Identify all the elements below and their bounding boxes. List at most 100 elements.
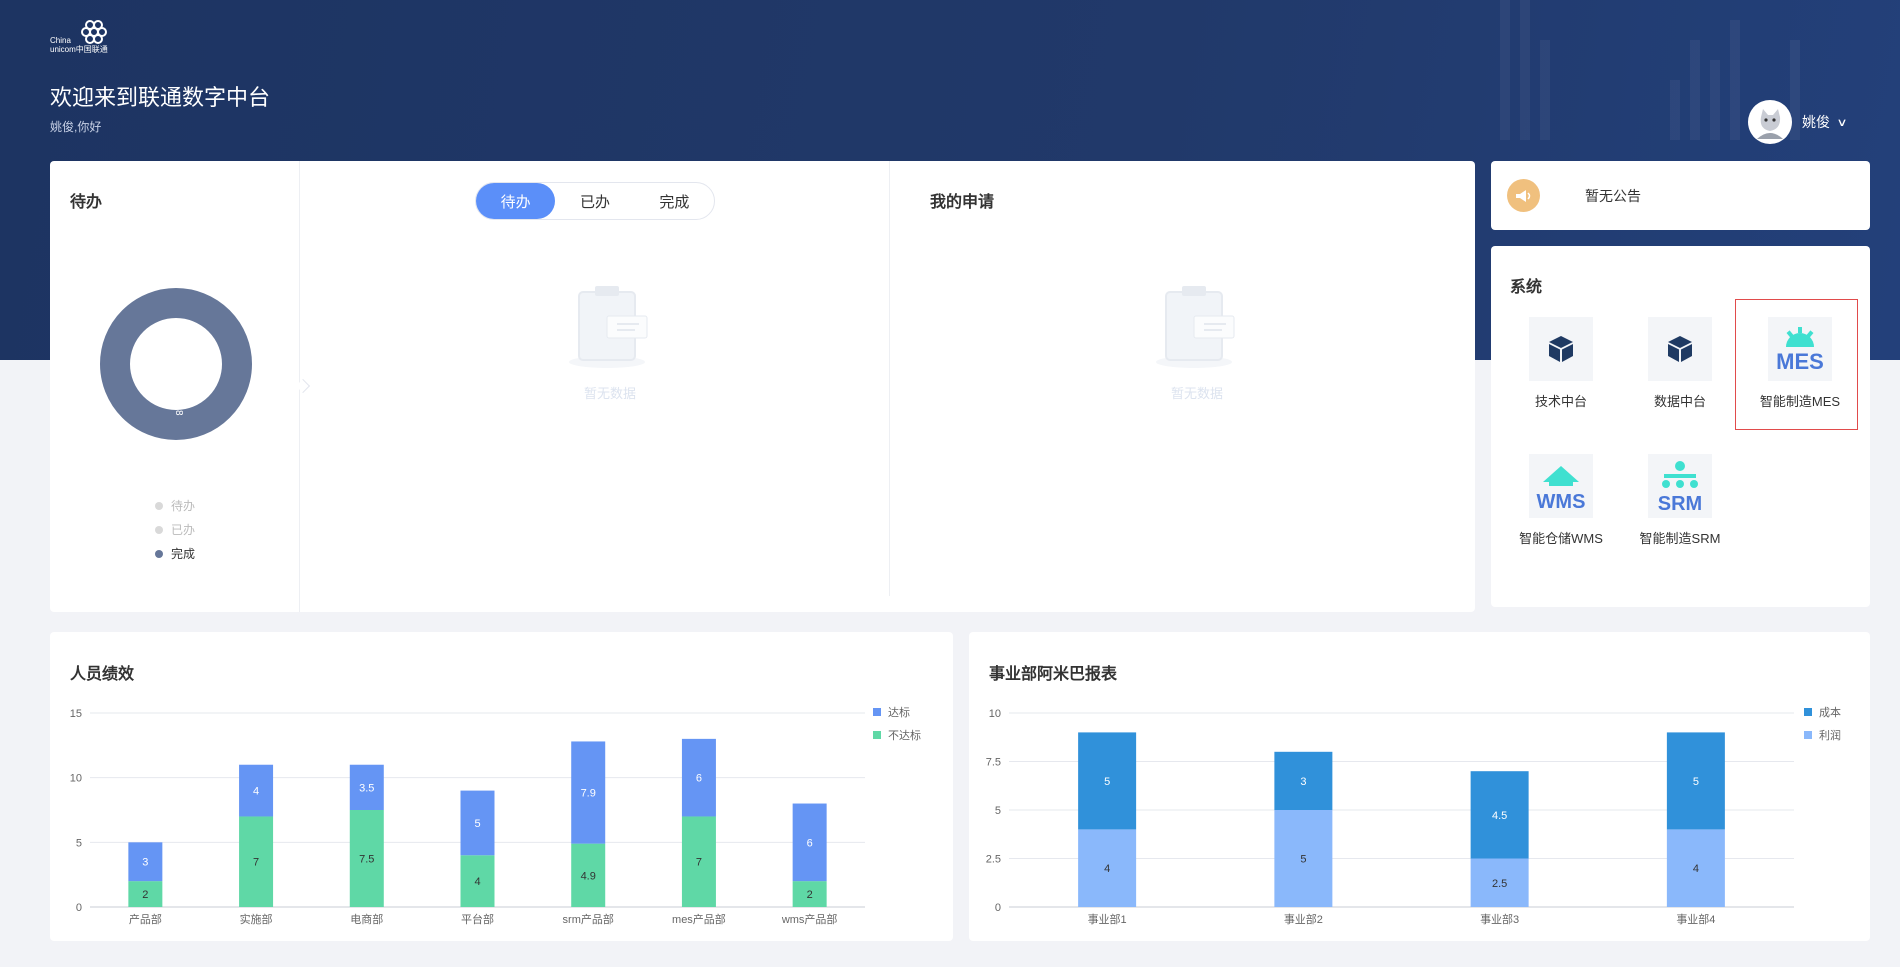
system-item-tech[interactable]: 技术中台 bbox=[1506, 317, 1616, 410]
logo-text: China unicom中国联通 bbox=[50, 36, 108, 54]
empty-state: 暂无数据 bbox=[560, 282, 660, 402]
bar-value-label: 6 bbox=[696, 773, 702, 785]
legend-label: 待办 bbox=[171, 499, 196, 513]
x-tick-label: 事业部3 bbox=[1480, 912, 1519, 926]
banner-decoration bbox=[1540, 40, 1550, 140]
y-tick-label: 10 bbox=[70, 773, 82, 785]
x-tick-label: 事业部4 bbox=[1676, 912, 1715, 926]
srm-logo-glyph: SRM bbox=[1658, 461, 1702, 515]
bar-value-label: 7.5 bbox=[359, 854, 374, 866]
empty-clipboard-icon bbox=[569, 286, 648, 368]
empty-clipboard-icon bbox=[1156, 286, 1235, 368]
banner-decoration bbox=[1690, 40, 1700, 140]
tab-done[interactable]: 完成 bbox=[635, 183, 714, 219]
legend-label: 达标 bbox=[888, 705, 910, 719]
amoeba-title: 事业部阿米巴报表 bbox=[989, 666, 1118, 683]
user-menu[interactable]: 姚俊 ∨ bbox=[1748, 100, 1848, 144]
cube-icon bbox=[1529, 317, 1593, 381]
legend-item-handled[interactable]: 已办 bbox=[155, 521, 195, 538]
y-tick-label: 2.5 bbox=[986, 854, 1001, 866]
banner-decoration bbox=[1520, 0, 1530, 140]
legend-swatch bbox=[873, 731, 881, 739]
wms-logo-text: WMS bbox=[1537, 491, 1586, 513]
x-tick-label: 实施部 bbox=[240, 912, 273, 926]
bar-value-label: 2 bbox=[142, 889, 148, 901]
bar-value-label: 4 bbox=[253, 786, 259, 798]
y-tick-label: 0 bbox=[995, 902, 1001, 914]
empty-label: 暂无数据 bbox=[1170, 386, 1223, 401]
notice-card: 暂无公告 bbox=[1491, 161, 1870, 230]
y-tick-label: 0 bbox=[76, 902, 82, 914]
tab-handled[interactable]: 已办 bbox=[555, 183, 634, 219]
greeting-text: 姚俊,你好 bbox=[50, 120, 102, 134]
system-label: 技术中台 bbox=[1534, 394, 1587, 409]
srm-logo-icon: SRM bbox=[1648, 454, 1712, 518]
wms-logo-icon: WMS bbox=[1529, 454, 1593, 518]
cube-icon bbox=[1648, 317, 1712, 381]
system-item-srm[interactable]: SRM 智能制造SRM bbox=[1625, 454, 1735, 547]
x-tick-label: srm产品部 bbox=[563, 912, 614, 926]
y-tick-label: 15 bbox=[70, 708, 82, 720]
bar-value-label: 5 bbox=[1104, 776, 1110, 788]
todo-tabs: 待办 已办 完成 bbox=[475, 182, 715, 220]
tab-pending[interactable]: 待办 bbox=[476, 183, 556, 219]
user-name: 姚俊 bbox=[1802, 114, 1830, 130]
bar-value-label: 4 bbox=[1104, 863, 1110, 875]
banner-decoration bbox=[1670, 80, 1680, 140]
megaphone-glyph bbox=[1515, 189, 1530, 202]
legend-item-todo[interactable]: 待办 bbox=[155, 497, 195, 514]
x-tick-label: mes产品部 bbox=[672, 912, 726, 926]
logo-text-line: China bbox=[50, 36, 71, 45]
legend-label: 不达标 bbox=[888, 728, 921, 742]
bar-value-label: 7 bbox=[253, 857, 259, 869]
legend-dot bbox=[155, 549, 163, 558]
selection-highlight bbox=[1735, 299, 1858, 430]
legend-label: 已办 bbox=[171, 523, 196, 537]
performance-chart: 0 5 10 15 2 3 产品部 7 4 实施部 7.5 3.5 电商部 4 5 平台部 4.9 7.9 srm产… bbox=[70, 705, 921, 926]
megaphone-icon bbox=[1507, 179, 1540, 212]
todo-title: 待办 bbox=[70, 194, 103, 211]
legend-swatch bbox=[873, 708, 881, 716]
bar-value-label: 6 bbox=[807, 837, 813, 849]
banner-decoration bbox=[1730, 20, 1740, 140]
todo-donut-chart: 88 bbox=[100, 288, 252, 440]
logo-text-line: unicom中国联通 bbox=[50, 45, 108, 54]
legend-swatch bbox=[1804, 708, 1812, 716]
systems-title: 系统 bbox=[1510, 279, 1543, 296]
todo-card bbox=[50, 161, 1475, 612]
bar-value-label: 2 bbox=[807, 889, 813, 901]
system-label: 智能制造SRM bbox=[1639, 531, 1721, 546]
y-tick-label: 5 bbox=[995, 805, 1001, 817]
x-tick-label: 事业部2 bbox=[1284, 912, 1323, 926]
x-tick-label: 产品部 bbox=[129, 912, 162, 926]
avatar[interactable] bbox=[1748, 100, 1792, 144]
bar-value-label: 4.9 bbox=[581, 870, 596, 882]
bar-value-label: 5 bbox=[1300, 854, 1306, 866]
bar-value-label: 2.5 bbox=[1492, 878, 1507, 890]
legend-item-done[interactable]: 完成 bbox=[155, 545, 195, 562]
chevron-down-icon[interactable]: ∨ bbox=[1836, 116, 1847, 129]
y-tick-label: 7.5 bbox=[986, 757, 1001, 769]
legend-dot bbox=[155, 525, 163, 534]
bar-value-label: 4 bbox=[1693, 863, 1699, 875]
bar-value-label: 3 bbox=[1300, 776, 1306, 788]
bar-value-label: 3 bbox=[142, 857, 148, 869]
empty-label: 暂无数据 bbox=[583, 386, 636, 401]
divider bbox=[889, 161, 890, 596]
system-item-wms[interactable]: WMS 智能仓储WMS bbox=[1506, 454, 1616, 547]
bar-value-label: 7.9 bbox=[581, 788, 596, 800]
legend-label: 利润 bbox=[1819, 728, 1841, 742]
x-tick-label: 事业部1 bbox=[1088, 912, 1127, 926]
bar-value-label: 5 bbox=[1693, 776, 1699, 788]
legend-swatch bbox=[1804, 731, 1812, 739]
donut-label: 88 bbox=[173, 404, 184, 416]
system-item-data[interactable]: 数据中台 bbox=[1625, 317, 1735, 410]
y-tick-label: 5 bbox=[76, 837, 82, 849]
banner-decoration bbox=[1710, 60, 1720, 140]
bar-value-label: 4 bbox=[474, 876, 480, 888]
cube-glyph bbox=[1668, 336, 1692, 362]
legend-label: 完成 bbox=[171, 547, 196, 561]
my-apply-title: 我的申请 bbox=[930, 194, 995, 211]
empty-state: 暂无数据 bbox=[1147, 282, 1247, 402]
page-title: 欢迎来到联通数字中台 bbox=[50, 85, 271, 110]
